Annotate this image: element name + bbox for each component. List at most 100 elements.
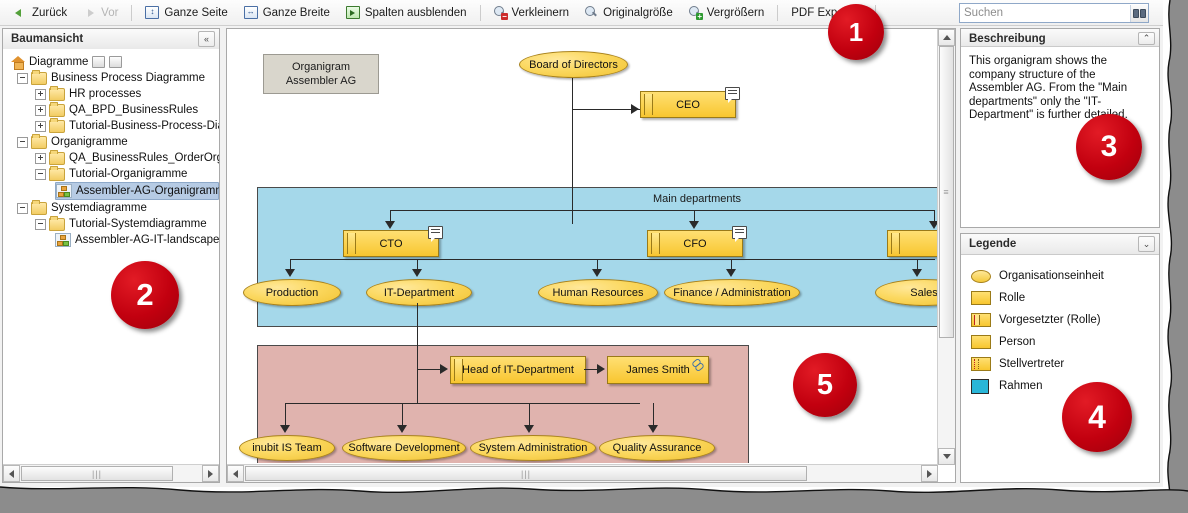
collapse-toggle-icon[interactable] bbox=[17, 136, 28, 148]
node-cfo[interactable]: CFO bbox=[647, 230, 743, 257]
tree-item-hr-processes[interactable]: HR processes bbox=[35, 85, 219, 102]
binoculars-icon[interactable] bbox=[1130, 4, 1148, 22]
legend-collapse-button[interactable]: ⌄ bbox=[1138, 236, 1155, 252]
node-production[interactable]: Production bbox=[243, 279, 341, 306]
node-third-role[interactable] bbox=[887, 230, 939, 257]
tree-root-row[interactable]: Diagramme bbox=[11, 54, 219, 70]
link-icon[interactable] bbox=[690, 358, 704, 372]
expand-toggle-icon[interactable] bbox=[35, 88, 46, 100]
connector-arrow bbox=[285, 269, 295, 277]
callout-number: 1 bbox=[848, 16, 864, 47]
tree-root-label: Diagramme bbox=[29, 56, 89, 68]
scroll-thumb[interactable]: ||| bbox=[21, 466, 173, 481]
connector-line bbox=[390, 210, 935, 211]
collapse-all-icon[interactable] bbox=[109, 56, 123, 68]
fit-width-button[interactable]: ↔ Ganze Breite bbox=[236, 0, 338, 25]
tree-item-business-process-diagramme[interactable]: Business Process Diagramme bbox=[17, 69, 219, 86]
forward-button[interactable]: Vor bbox=[75, 0, 126, 25]
back-button-label: Zurück bbox=[32, 6, 68, 19]
fit-page-button[interactable]: ↕ Ganze Seite bbox=[137, 0, 235, 25]
tree-collapse-button[interactable]: « bbox=[198, 31, 215, 47]
zoom-original-label: Originalgröße bbox=[603, 6, 673, 19]
scroll-down-button[interactable] bbox=[938, 448, 955, 465]
expand-toggle-icon[interactable] bbox=[35, 152, 46, 164]
tree-item-assembler-ag-organigramm[interactable]: Assembler-AG-Organigramm bbox=[55, 182, 219, 200]
node-ceo[interactable]: CEO bbox=[640, 91, 736, 118]
note-icon[interactable] bbox=[725, 87, 740, 103]
collapse-toggle-icon[interactable] bbox=[35, 218, 46, 230]
tree-item-qa-businessrules-orderorg[interactable]: QA_BusinessRules_OrderOrg bbox=[35, 149, 219, 166]
canvas-horizontal-scrollbar[interactable]: ||| bbox=[227, 464, 938, 482]
zoom-original-button[interactable]: Originalgröße bbox=[577, 0, 681, 25]
expand-toggle-icon[interactable] bbox=[35, 120, 46, 132]
zoom-in-button[interactable]: + Vergrößern bbox=[681, 0, 773, 25]
legend-item-label: Rahmen bbox=[999, 380, 1043, 392]
scroll-left-button[interactable] bbox=[3, 465, 20, 482]
collapse-toggle-icon[interactable] bbox=[17, 202, 28, 214]
note-icon[interactable] bbox=[732, 226, 747, 242]
ellipse-swatch-icon bbox=[971, 269, 991, 283]
tree-view[interactable]: Diagramme Business Process Diagramme HR … bbox=[3, 49, 219, 462]
tree-item-tutorial-business-process[interactable]: Tutorial-Business-Process-Diagra bbox=[35, 117, 219, 134]
tree-item-tutorial-organigramme[interactable]: Tutorial-Organigramme bbox=[35, 165, 219, 182]
collapse-toggle-icon[interactable] bbox=[35, 168, 46, 180]
canvas-vertical-scrollbar[interactable]: ≡ bbox=[937, 29, 955, 465]
connector-arrow bbox=[397, 425, 407, 433]
scroll-thumb[interactable]: ||| bbox=[245, 466, 807, 481]
callout-badge-4: 4 bbox=[1062, 382, 1132, 452]
zoom-out-button[interactable]: − Verkleinern bbox=[486, 0, 578, 25]
description-text: This organigram shows the company struct… bbox=[969, 55, 1128, 121]
scroll-right-button[interactable] bbox=[202, 465, 219, 482]
tree-item-assembler-ag-it-landscape[interactable]: Assembler-AG-IT-landscape bbox=[55, 232, 219, 248]
node-quality-assurance[interactable]: Quality Assurance bbox=[599, 435, 715, 461]
legend-item-label: Organisationseinheit bbox=[999, 270, 1104, 282]
scroll-up-button[interactable] bbox=[938, 29, 955, 46]
node-board-of-directors[interactable]: Board of Directors bbox=[519, 51, 628, 78]
collapse-toggle-icon[interactable] bbox=[17, 72, 28, 84]
connector-arrow bbox=[440, 364, 448, 374]
forward-arrow-icon bbox=[83, 6, 96, 19]
tree-item-qa-bpd-businessrules[interactable]: QA_BPD_BusinessRules bbox=[35, 101, 219, 118]
connector-arrow bbox=[524, 425, 534, 433]
note-icon[interactable] bbox=[428, 226, 443, 242]
node-system-administration[interactable]: System Administration bbox=[470, 435, 596, 461]
tree-horizontal-scrollbar[interactable]: ||| bbox=[3, 464, 219, 482]
back-button[interactable]: Zurück bbox=[6, 0, 75, 25]
tree-item-systemdiagramme[interactable]: Systemdiagramme bbox=[17, 199, 219, 216]
connector-line bbox=[290, 259, 935, 260]
callout-badge-3: 3 bbox=[1076, 114, 1142, 180]
hide-columns-icon bbox=[345, 6, 360, 19]
tree-item-organigramme[interactable]: Organigramme bbox=[17, 133, 219, 150]
node-inubit-is-team[interactable]: inubit IS Team bbox=[239, 435, 335, 461]
node-finance-administration[interactable]: Finance / Administration bbox=[664, 279, 800, 306]
search-box[interactable] bbox=[959, 3, 1149, 23]
main-toolbar: Zurück Vor ↕ Ganze Seite ↔ Ganze Breite … bbox=[0, 0, 1163, 26]
tree-item-label: Assembler-AG-Organigramm bbox=[76, 185, 219, 197]
expand-toggle-icon[interactable] bbox=[35, 104, 46, 116]
scroll-left-button[interactable] bbox=[227, 465, 244, 482]
band-main-departments[interactable]: Main departments bbox=[257, 187, 939, 327]
node-human-resources[interactable]: Human Resources bbox=[538, 279, 658, 306]
description-collapse-button[interactable]: ⌃ bbox=[1138, 32, 1155, 45]
search-input[interactable] bbox=[960, 4, 1130, 22]
hide-columns-button[interactable]: Spalten ausblenden bbox=[338, 0, 475, 25]
node-head-of-it-department[interactable]: Head of IT-Department bbox=[450, 356, 586, 384]
tree-panel-title: Baumansicht bbox=[11, 33, 84, 45]
node-it-department[interactable]: IT-Department bbox=[366, 279, 472, 306]
expand-all-icon[interactable] bbox=[92, 56, 106, 68]
diagram-title-box[interactable]: Organigram Assembler AG bbox=[263, 54, 379, 94]
node-software-development[interactable]: Software Development bbox=[342, 435, 466, 461]
scroll-thumb[interactable]: ≡ bbox=[939, 46, 954, 338]
supervisor-swatch-icon bbox=[971, 313, 991, 327]
scroll-right-button[interactable] bbox=[921, 465, 938, 482]
zoom-out-icon: − bbox=[493, 6, 509, 20]
node-label: CFO bbox=[683, 237, 707, 250]
tree-item-label: Tutorial-Organigramme bbox=[69, 168, 188, 180]
tree-item-tutorial-systemdiagramme[interactable]: Tutorial-Systemdiagramme bbox=[35, 215, 219, 232]
node-cto[interactable]: CTO bbox=[343, 230, 439, 257]
node-label: inubit IS Team bbox=[252, 442, 322, 454]
node-label: Sales bbox=[910, 286, 938, 299]
callout-badge-2: 2 bbox=[111, 261, 179, 329]
node-label: Human Resources bbox=[552, 286, 644, 299]
callout-badge-1: 1 bbox=[828, 4, 884, 60]
